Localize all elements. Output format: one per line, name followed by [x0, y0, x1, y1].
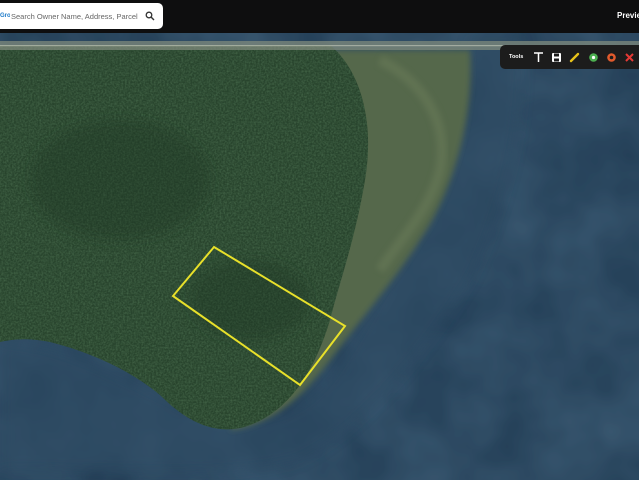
- text-tool-icon[interactable]: [529, 47, 547, 67]
- brand-logo: Grow: [0, 13, 10, 19]
- search-input[interactable]: [10, 6, 139, 26]
- search-icon[interactable]: [139, 3, 161, 29]
- draw-tool-icon[interactable]: [566, 47, 584, 67]
- search-bar: Grow: [0, 3, 163, 29]
- clear-tool-icon[interactable]: [621, 47, 639, 67]
- satellite-map[interactable]: [0, 0, 639, 480]
- save-tool-icon[interactable]: [548, 47, 566, 67]
- map-toolbar: Tools: [500, 45, 639, 69]
- erase-tool-icon[interactable]: [602, 47, 620, 67]
- tools-label: Tools: [509, 54, 524, 60]
- locate-tool-icon[interactable]: [584, 47, 602, 67]
- preview-link[interactable]: Preview: [617, 11, 639, 20]
- top-bar: Grow Preview: [0, 0, 639, 33]
